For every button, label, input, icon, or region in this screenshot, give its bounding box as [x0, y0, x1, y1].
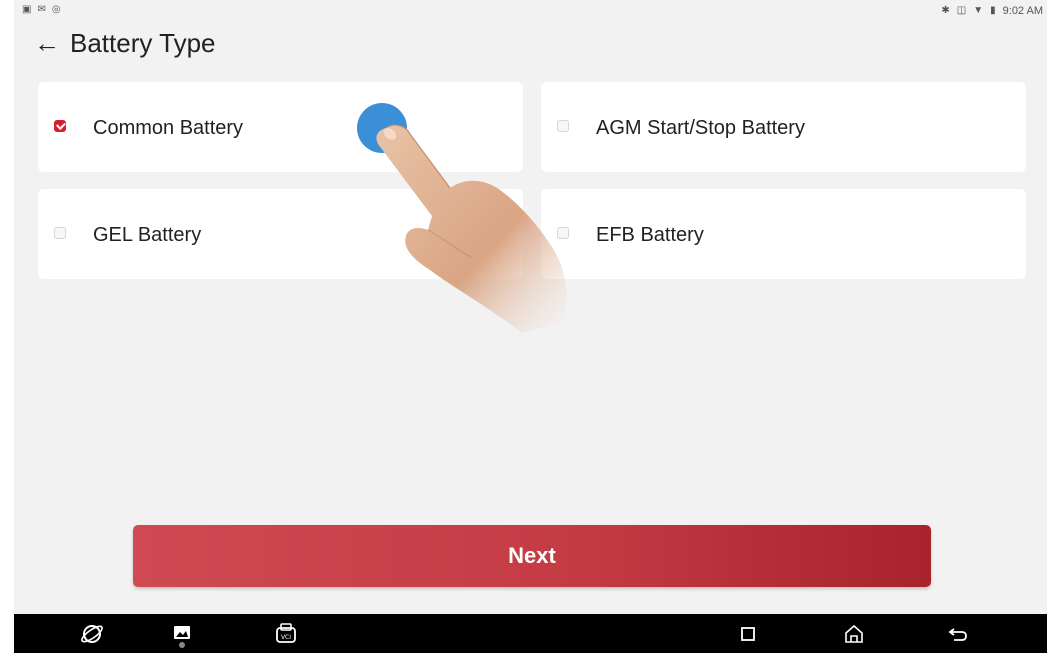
- status-bar: ▣ ✉ ◎ ✱ ◫ ▼ ▮ 9:02 AM: [14, 0, 1047, 22]
- status-left: ▣ ✉ ◎: [22, 5, 61, 15]
- option-efb-battery[interactable]: EFB Battery: [541, 189, 1026, 279]
- page-header: ← Battery Type: [34, 28, 216, 58]
- tap-indicator: [357, 103, 407, 153]
- arrow-left-icon[interactable]: ←: [34, 28, 60, 58]
- bluetooth-icon: ✱: [941, 5, 950, 16]
- checkbox-icon[interactable]: [557, 227, 569, 239]
- navigation-bar: VCI: [14, 614, 1047, 653]
- status-right: ✱ ◫ ▼ ▮ 9:02 AM: [941, 5, 1043, 17]
- option-label: EFB Battery: [596, 224, 704, 246]
- wifi-icon: ▼: [973, 5, 984, 16]
- option-common-battery[interactable]: Common Battery: [38, 82, 523, 172]
- option-label: GEL Battery: [93, 224, 202, 246]
- message-notification-icon: ✉: [37, 4, 46, 15]
- checkbox-checked-icon[interactable]: [54, 120, 66, 132]
- browser-icon[interactable]: [78, 620, 106, 648]
- next-button[interactable]: Next: [133, 525, 931, 587]
- home-icon[interactable]: [840, 620, 868, 648]
- status-time: 9:02 AM: [1002, 5, 1043, 17]
- option-label: AGM Start/Stop Battery: [596, 117, 805, 139]
- option-label: Common Battery: [93, 117, 244, 139]
- vibrate-icon: ◫: [956, 5, 967, 16]
- battery-icon: ▮: [990, 5, 996, 16]
- app-screen: ▣ ✉ ◎ ✱ ◫ ▼ ▮ 9:02 AM ← Battery Type Com…: [14, 0, 1047, 653]
- gallery-notification-icon: ▣: [22, 4, 32, 15]
- checkbox-icon[interactable]: [557, 120, 569, 132]
- option-gel-battery[interactable]: GEL Battery: [38, 189, 523, 279]
- recent-apps-icon[interactable]: [734, 620, 762, 648]
- vci-icon[interactable]: VCI: [272, 620, 300, 648]
- option-agm-start-stop-battery[interactable]: AGM Start/Stop Battery: [541, 82, 1026, 172]
- gallery-icon[interactable]: [168, 620, 196, 648]
- checkbox-icon[interactable]: [54, 227, 66, 239]
- page-title: Battery Type: [70, 28, 216, 58]
- bluetooth-notification-icon: ◎: [51, 4, 61, 15]
- back-icon[interactable]: [944, 620, 972, 648]
- svg-text:VCI: VCI: [281, 634, 291, 641]
